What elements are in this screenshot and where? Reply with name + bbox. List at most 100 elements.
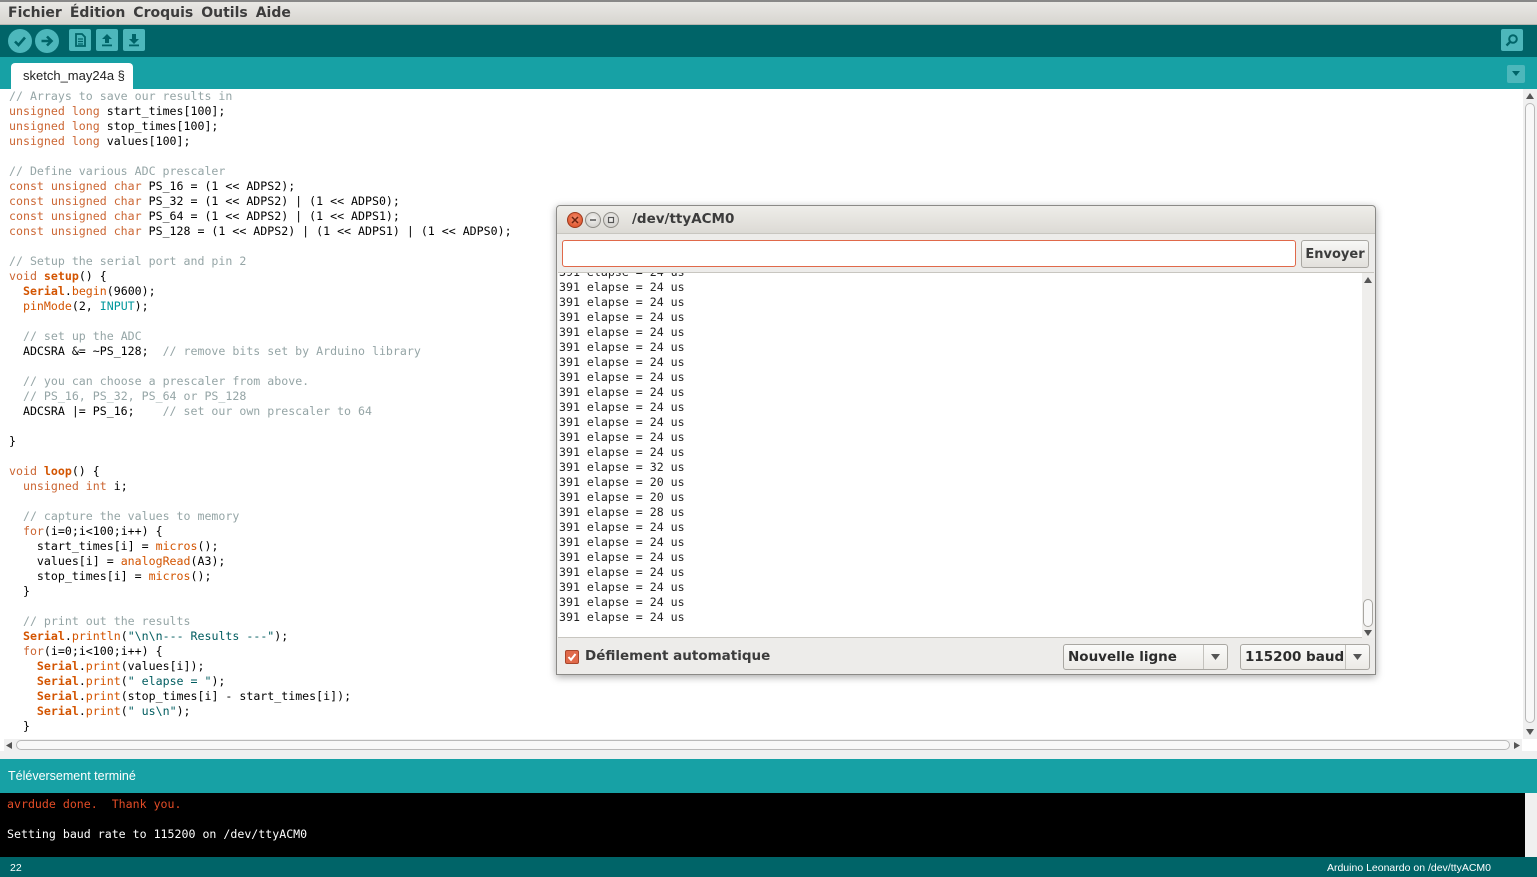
scroll-up-icon xyxy=(1364,277,1372,283)
window-close-button[interactable] xyxy=(567,212,583,228)
code-token: stop_times[i] = xyxy=(9,569,149,583)
code-line: } xyxy=(9,434,512,449)
code-token: ( xyxy=(120,629,128,643)
verify-button[interactable] xyxy=(8,29,32,53)
save-icon xyxy=(129,34,139,47)
serial-output-line: 391 elapse = 28 us xyxy=(559,505,685,519)
serial-monitor-titlebar[interactable]: /dev/ttyACM0 xyxy=(557,206,1375,234)
board-port-label: Arduino Leonardo on /dev/ttyACM0 xyxy=(1326,862,1491,874)
code-line: } xyxy=(9,719,512,734)
code-line: // Setup the serial port and pin 2 xyxy=(9,254,512,269)
code-token: start_times[i] = xyxy=(9,539,156,553)
serial-output-line: 391 elapse = 24 us xyxy=(559,520,685,534)
code-line: // PS_16, PS_32, PS_64 or PS_128 xyxy=(9,389,512,404)
code-line: unsigned long values[100]; xyxy=(9,134,512,149)
code-line: Serial.println("\n\n--- Results ---"); xyxy=(9,629,512,644)
code-line: void setup() { xyxy=(9,269,512,284)
code-token: micros xyxy=(155,539,198,553)
upload-button[interactable] xyxy=(35,29,59,53)
code-token: PS_32 = (1 << ADPS2) | (1 << ADPS0); xyxy=(141,194,400,208)
serial-output-scroll-thumb[interactable] xyxy=(1363,599,1373,627)
code-token: () { xyxy=(78,269,107,283)
magnifier-icon xyxy=(1505,34,1518,47)
send-button[interactable]: Envoyer xyxy=(1301,240,1369,268)
editor-horizontal-scrollbar[interactable] xyxy=(4,739,1522,751)
menu-fichier[interactable]: Fichier xyxy=(4,3,66,23)
autoscroll-label[interactable]: Défilement automatique xyxy=(585,648,770,664)
pane-splitter[interactable] xyxy=(0,751,1537,759)
new-icon xyxy=(75,33,86,47)
code-line: for(i=0;i<100;i++) { xyxy=(9,644,512,659)
serial-output-line: 391 elapse = 24 us xyxy=(559,325,685,339)
code-token: (); xyxy=(197,539,219,553)
code-token: i; xyxy=(106,479,128,493)
line-ending-select[interactable]: Nouvelle ligne xyxy=(1063,644,1228,670)
code-token: start_times[100]; xyxy=(99,104,226,118)
menu-croquis[interactable]: Croquis xyxy=(129,3,197,23)
serial-output-line: 391 elapse = 24 us xyxy=(559,445,685,459)
code-token: // you can choose a prescaler from above… xyxy=(22,374,310,388)
serial-output-line: 391 elapse = 24 us xyxy=(559,580,685,594)
editor-vertical-scrollbar[interactable] xyxy=(1523,89,1537,739)
editor-vertical-scroll-thumb[interactable] xyxy=(1525,103,1535,723)
code-token: // set our own prescaler to 64 xyxy=(162,404,372,418)
code-token: ); xyxy=(176,704,191,718)
code-token: // Setup the serial port and pin 2 xyxy=(9,254,247,268)
menu-outils[interactable]: Outils xyxy=(197,3,252,23)
serial-output-line: 391 elapse = 20 us xyxy=(559,490,685,504)
serial-output-line: 391 elapse = 24 us xyxy=(559,535,685,549)
code-token: print xyxy=(85,689,121,703)
serial-output-scrollbar[interactable] xyxy=(1362,272,1374,638)
code-token: pinMode xyxy=(22,299,72,313)
open-button[interactable] xyxy=(96,29,118,51)
code-line: unsigned long stop_times[100]; xyxy=(9,119,512,134)
code-token: " us\n" xyxy=(127,704,177,718)
code-line: const unsigned char PS_128 = (1 << ADPS2… xyxy=(9,224,512,239)
code-token: loop xyxy=(43,464,72,478)
code-token: . xyxy=(78,689,86,703)
code-line: for(i=0;i<100;i++) { xyxy=(9,524,512,539)
autoscroll-checkbox[interactable] xyxy=(565,650,579,664)
scroll-left-icon xyxy=(6,742,12,749)
window-maximize-button[interactable] xyxy=(603,212,619,228)
console-line: Setting baud rate to 115200 on /dev/ttyA… xyxy=(7,827,308,841)
code-token: // Arrays to save our results in xyxy=(9,89,233,103)
line-number: 22 xyxy=(10,862,22,874)
serial-send-input[interactable] xyxy=(562,240,1296,267)
code-token: unsigned long xyxy=(9,104,100,118)
serial-output-line: 391 elapse = 24 us xyxy=(559,280,685,294)
code-token: println xyxy=(71,629,121,643)
window-minimize-button[interactable] xyxy=(585,212,601,228)
save-button[interactable] xyxy=(123,29,145,51)
editor-horizontal-scroll-thumb[interactable] xyxy=(16,740,1510,750)
code-token: // remove bits set by Arduino library xyxy=(162,344,421,358)
serial-monitor-button[interactable] xyxy=(1501,29,1523,51)
tab-sketch[interactable]: sketch_may24a § xyxy=(11,63,133,89)
code-token: Serial xyxy=(22,284,65,298)
serial-output-line: 391 elapse = 24 us xyxy=(559,310,685,324)
code-token: analogRead xyxy=(120,554,191,568)
menu-bar: Fichier Édition Croquis Outils Aide xyxy=(0,0,1537,25)
code-line: start_times[i] = micros(); xyxy=(9,539,512,554)
toolbar xyxy=(0,25,1537,57)
new-button[interactable] xyxy=(69,29,91,51)
baud-rate-select[interactable]: 115200 baud xyxy=(1240,644,1370,670)
code-token: (2, xyxy=(71,299,100,313)
code-token: Serial xyxy=(22,629,65,643)
code-token: ); xyxy=(211,674,226,688)
console-scrollbar[interactable] xyxy=(1525,793,1537,857)
code-token: // Define various ADC prescaler xyxy=(9,164,226,178)
menu-edition[interactable]: Édition xyxy=(66,3,129,23)
code-token: stop_times[100]; xyxy=(99,119,219,133)
code-token: . xyxy=(64,284,72,298)
tab-menu-button[interactable] xyxy=(1507,65,1525,83)
menu-aide[interactable]: Aide xyxy=(252,3,295,23)
